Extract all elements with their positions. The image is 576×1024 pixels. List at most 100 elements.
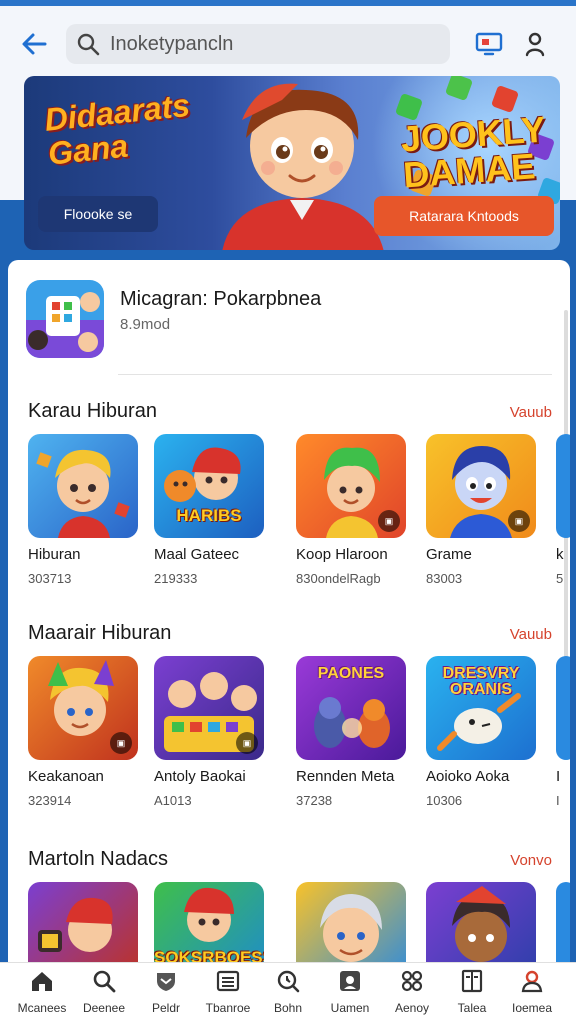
banner-cta-button[interactable]: Ratarara Kntoods xyxy=(374,196,554,236)
game-meta: 5 xyxy=(556,571,564,586)
cast-button[interactable] xyxy=(474,29,504,59)
game-tile[interactable]: HARIBS Maal Gateec 219333 xyxy=(154,434,264,586)
game-thumbnail: HARIBS xyxy=(154,434,264,538)
game-tile[interactable]: k 5 xyxy=(556,434,570,586)
promo-banner[interactable]: Didaarats Gana JOOKLY DAMAE Floooke se R… xyxy=(24,76,560,250)
apps-icon xyxy=(401,970,423,992)
nav-label: Ioemea xyxy=(511,1001,553,1015)
book-icon xyxy=(461,969,483,993)
game-thumbnail xyxy=(556,656,570,760)
nav-item-profile[interactable]: Ioemea xyxy=(500,963,564,1024)
game-meta: 83003 xyxy=(426,571,463,586)
profile-icon xyxy=(521,970,543,993)
game-meta: I xyxy=(556,793,560,808)
see-more-link[interactable]: Vonvo xyxy=(510,852,552,869)
nav-item-apps[interactable]: Aenoy xyxy=(380,963,444,1024)
game-name: Grame xyxy=(426,546,472,563)
game-tile[interactable]: ▣ Antoly Baokai A1013 xyxy=(154,656,264,808)
game-icon xyxy=(340,971,360,991)
search-icon xyxy=(77,33,100,56)
section-header: Karau Hiburan Vauub xyxy=(28,400,552,423)
app-name: Micagran: Pokarpbnea xyxy=(120,288,322,310)
nav-item-games[interactable]: Uamen xyxy=(318,963,382,1024)
game-name: Koop Hlaroon xyxy=(296,546,388,563)
arrow-left-icon xyxy=(22,33,47,55)
nav-item-search[interactable]: Deenee xyxy=(72,963,136,1024)
game-thumbnail: DRESVRY ORANIS xyxy=(426,656,536,760)
banner-title: Didaarats Gana xyxy=(42,86,192,172)
game-tile[interactable]: DRESVRY ORANIS Aoioko Aoka 10306 xyxy=(426,656,536,808)
game-meta: 219333 xyxy=(154,571,198,586)
section-title: Martoln Nadacs xyxy=(28,848,169,870)
app-size: 8.9mod xyxy=(120,316,171,333)
game-name: Keakanoan xyxy=(28,768,104,785)
top-bar: Inoketypancln xyxy=(0,22,576,66)
banner-character-image xyxy=(222,83,384,250)
game-tile[interactable]: ▣ Grame 83003 xyxy=(426,434,536,586)
person-icon xyxy=(525,32,545,57)
game-thumbnail: ▣ xyxy=(154,656,264,760)
game-wordmark: PAONES xyxy=(317,665,385,682)
game-badge: ▣ xyxy=(378,510,400,532)
nav-item-clock[interactable]: Bohn xyxy=(256,963,320,1024)
game-thumbnail: ▣ xyxy=(28,656,138,760)
game-thumbnail: ▣ xyxy=(296,434,406,538)
shield-icon xyxy=(157,973,175,991)
game-name: Rennden Meta xyxy=(296,768,395,785)
game-thumbnail: ▣ xyxy=(426,434,536,538)
search-icon xyxy=(93,970,116,993)
list-icon xyxy=(216,970,240,992)
content-sheet: Micagran: Pokarpbnea 8.9mod Karau Hibura… xyxy=(8,260,570,1024)
app-icon xyxy=(26,280,104,358)
game-row: Hiburan 303713 HARIBS Maal Gateec 219333… xyxy=(28,434,570,594)
game-name: Hiburan xyxy=(28,546,81,563)
game-badge: ▣ xyxy=(110,732,132,754)
section-header: Martoln Nadacs Vonvo xyxy=(28,848,552,871)
see-more-link[interactable]: Vauub xyxy=(510,404,552,421)
game-thumbnail xyxy=(556,434,570,538)
cast-icon xyxy=(475,32,503,56)
search-input[interactable]: Inoketypancln xyxy=(110,33,233,56)
back-button[interactable] xyxy=(20,30,48,58)
featured-app[interactable]: Micagran: Pokarpbnea 8.9mod xyxy=(26,280,321,358)
home-icon xyxy=(32,972,52,991)
game-name: I xyxy=(556,768,561,785)
game-thumbnail xyxy=(28,434,138,538)
section-title: Karau Hiburan xyxy=(28,400,157,422)
game-meta: 303713 xyxy=(28,571,72,586)
clock-icon xyxy=(277,970,300,993)
nav-item-shield[interactable]: Peldr xyxy=(134,963,198,1024)
game-name: Antoly Baokai xyxy=(154,768,246,785)
banner-right-title: JOOKLY DAMAE xyxy=(399,108,547,196)
game-tile[interactable]: Hiburan 303713 xyxy=(28,434,138,586)
nav-item-list[interactable]: Tbanroe xyxy=(196,963,260,1024)
game-badge: ▣ xyxy=(508,510,530,532)
see-more-link[interactable]: Vauub xyxy=(510,626,552,643)
game-tile[interactable]: ▣ Keakanoan 323914 xyxy=(28,656,138,808)
nav-item-book[interactable]: Talea xyxy=(440,963,504,1024)
game-wordmark: DRESVRY ORANIS xyxy=(442,665,520,698)
search-bar[interactable]: Inoketypancln xyxy=(66,24,450,64)
section-title: Maarair Hiburan xyxy=(28,622,172,644)
game-wordmark: HARIBS xyxy=(176,506,242,525)
game-meta: 323914 xyxy=(28,793,72,808)
game-name: Aoioko Aoka xyxy=(426,768,510,785)
game-thumbnail: PAONES xyxy=(296,656,406,760)
game-name: k xyxy=(556,546,564,563)
section-header: Maarair Hiburan Vauub xyxy=(28,622,552,645)
nav-item-home[interactable]: Mcanees xyxy=(10,963,74,1024)
game-meta: 830ondelRagb xyxy=(296,571,381,586)
game-badge: ▣ xyxy=(236,732,258,754)
game-row: ▣ Keakanoan 323914 ▣ Antoly Baokai A1013… xyxy=(28,656,570,816)
game-tile[interactable]: PAONES Rennden Meta 37238 xyxy=(296,656,406,808)
account-button[interactable] xyxy=(520,29,550,59)
game-meta: 10306 xyxy=(426,793,463,808)
game-meta: 37238 xyxy=(296,793,333,808)
divider xyxy=(118,374,552,375)
game-tile[interactable]: ▣ Koop Hlaroon 830ondelRagb xyxy=(296,434,406,586)
game-tile[interactable]: I I xyxy=(556,656,570,808)
game-meta: A1013 xyxy=(154,793,192,808)
banner-left-button[interactable]: Floooke se xyxy=(38,196,158,232)
game-name: Maal Gateec xyxy=(154,546,240,563)
bottom-navigation: Mcanees Deenee Peldr Tbanroe Bohn Uamen … xyxy=(0,962,576,1024)
